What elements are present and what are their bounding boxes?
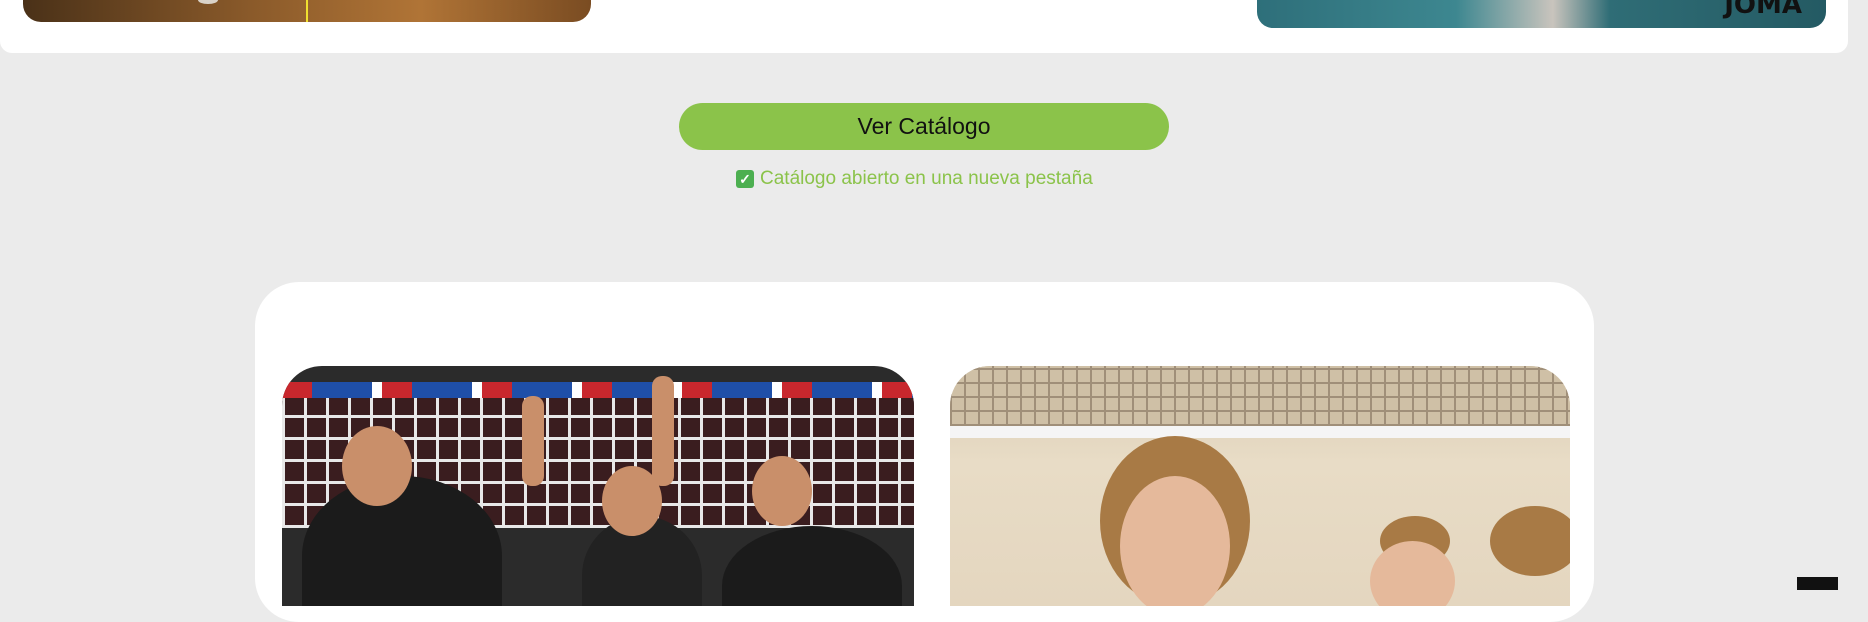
volleyball-women-photo[interactable] — [950, 366, 1570, 606]
brand-logo: JOMA — [1724, 0, 1802, 20]
catalog-note-text: Catálogo abierto en una nueva pestaña — [760, 168, 1093, 189]
top-card: JOMA — [0, 0, 1848, 53]
top-right-image: JOMA — [1257, 0, 1826, 28]
scroll-to-top-button[interactable] — [1797, 577, 1838, 590]
top-left-image — [23, 0, 591, 22]
checkbox-icon: ✓ — [736, 170, 754, 188]
volleyball-men-photo[interactable] — [282, 366, 914, 606]
catalog-opened-note: ✓ Catálogo abierto en una nueva pestaña — [736, 167, 1093, 191]
view-catalog-button[interactable]: Ver Catálogo — [679, 103, 1169, 150]
